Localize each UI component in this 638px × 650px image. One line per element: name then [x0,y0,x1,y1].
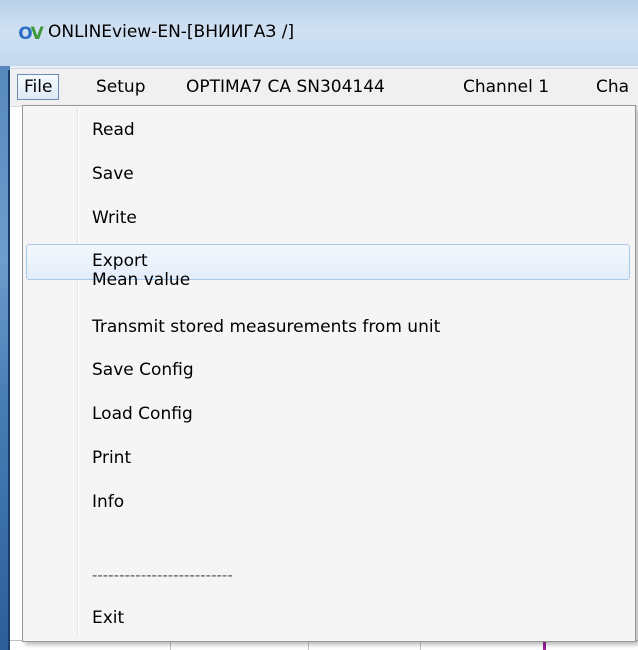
menu-item-save-config[interactable]: Save Config [26,356,630,386]
file-dropdown-menu: Read Save Write Export Mean value Transm… [22,105,636,642]
application-window: OV ONLINEview-EN-[ВНИИГАЗ /] File Setup … [0,0,638,650]
menu-item-read[interactable]: Read [26,116,630,146]
menu-item-write[interactable]: Write [26,204,630,234]
menu-item-label: Save Config [92,360,194,380]
menu-channel-next[interactable]: Cha [590,75,635,99]
menu-item-label: Exit [92,608,125,628]
menu-item-label: Info [92,492,125,512]
menu-setup[interactable]: Setup [90,75,151,99]
menu-bar: File Setup OPTIMA7 CA SN304144 Channel 1… [10,68,638,107]
menu-item-info[interactable]: Info [26,488,630,518]
menu-item-transmit-stored-measurements[interactable]: Transmit stored measurements from unit [26,313,630,343]
menu-item-label: Mean value [92,270,191,290]
app-logo-icon[interactable]: OV [16,22,44,46]
title-bar[interactable]: OV ONLINEview-EN-[ВНИИГАЗ /] [0,0,638,66]
window-title: ONLINEview-EN-[ВНИИГАЗ /] [48,22,295,42]
menu-item-save[interactable]: Save [26,160,630,190]
menu-item-label: Transmit stored measurements from unit [92,317,441,337]
menu-optima-device[interactable]: OPTIMA7 CA SN304144 [180,75,391,99]
menu-item-print[interactable]: Print [26,444,630,474]
menu-separator: -------------------------- [92,566,233,584]
menu-item-exit[interactable]: Exit [26,604,630,634]
menu-item-load-config[interactable]: Load Config [26,400,630,430]
window-frame-edge [8,70,10,650]
menu-item-label: Write [92,208,137,228]
menu-item-label: Read [92,120,135,140]
menu-item-label: Save [92,164,134,184]
menu-item-label: Print [92,448,132,468]
menu-file[interactable]: File [17,74,60,100]
menu-item-mean-value[interactable]: Mean value [26,268,630,298]
menu-item-label: Load Config [92,404,193,424]
menu-channel-1[interactable]: Channel 1 [457,75,555,99]
